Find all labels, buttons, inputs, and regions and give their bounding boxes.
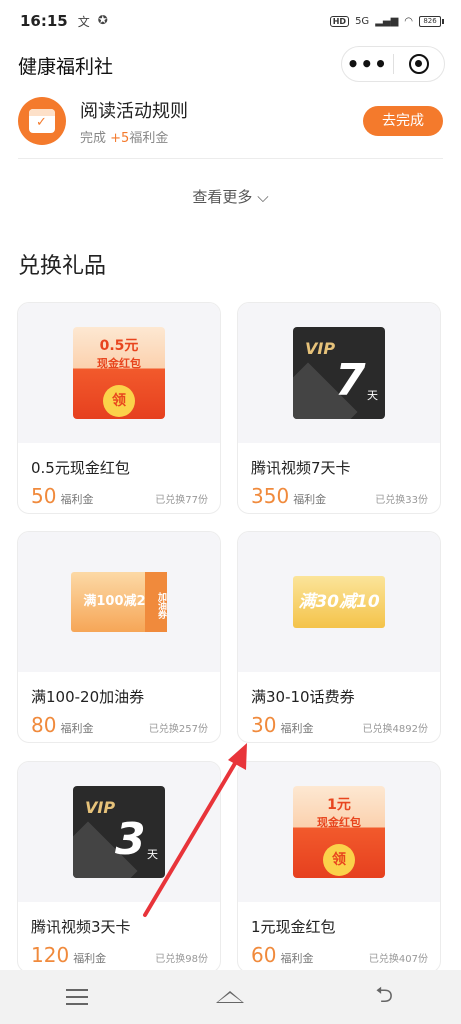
gift-unit: 福利金 xyxy=(60,493,94,506)
wifi-icon: ◠ xyxy=(404,15,413,27)
gift-meta: 80 福利金 已兑换257份 xyxy=(18,707,220,737)
gift-name: 腾讯视频3天卡 xyxy=(31,918,131,936)
red-packet-label: 现金红包 xyxy=(317,816,361,829)
vip-card-image: VIP 3 天 xyxy=(73,786,165,878)
coupon-text: 满100减20 xyxy=(83,594,155,609)
vip-days: 3 xyxy=(115,814,146,865)
red-packet-amount: 0.5元 xyxy=(99,338,139,354)
gift-card[interactable]: VIP 3 天 腾讯视频3天卡 120 福利金 已兑换98份 xyxy=(17,761,221,973)
battery-icon: 826 xyxy=(419,15,444,27)
fuel-coupon-image: 满100减20 加油券 xyxy=(71,572,167,632)
red-packet-coin: 领 xyxy=(323,844,355,876)
task-subtitle: 完成 +5福利金 xyxy=(80,127,188,146)
gift-redeemed-count: 已兑换77份 xyxy=(155,495,208,506)
vip-card-image: VIP 7 天 xyxy=(293,327,385,419)
notification-icons: 文 ✪ xyxy=(78,13,108,30)
calendar-check-icon xyxy=(29,109,55,133)
gift-thumb: VIP 7 天 xyxy=(238,303,440,443)
system-nav-bar: ⮌ xyxy=(0,970,461,1024)
gift-meta: 30 福利金 已兑换4892份 xyxy=(238,707,440,737)
task-sub-suffix: 福利金 xyxy=(129,130,169,146)
gift-meta: 60 福利金 已兑换407份 xyxy=(238,937,440,967)
task-sub-prefix: 完成 xyxy=(80,130,111,146)
gift-thumb: 0.5元 现金红包 领 xyxy=(18,303,220,443)
gift-name: 1元现金红包 xyxy=(251,918,336,936)
gift-unit: 福利金 xyxy=(73,952,107,965)
task-icon-circle xyxy=(18,97,66,145)
red-packet-coin: 领 xyxy=(103,385,135,417)
target-icon xyxy=(408,54,429,74)
home-icon xyxy=(216,991,245,1003)
gift-unit: 福利金 xyxy=(280,952,314,965)
red-packet-amount: 1元 xyxy=(327,797,351,813)
gift-price: 80 xyxy=(31,713,57,737)
divider-line xyxy=(18,158,443,159)
gift-card[interactable]: VIP 7 天 腾讯视频7天卡 350 福利金 已兑换33份 xyxy=(237,302,441,514)
task-row: 阅读活动规则 完成 +5福利金 去完成 xyxy=(18,90,443,152)
task-text: 阅读活动规则 完成 +5福利金 xyxy=(80,97,188,146)
gift-price: 30 xyxy=(251,713,277,737)
gift-card[interactable]: 1元 现金红包 领 1元现金红包 60 福利金 已兑换407份 xyxy=(237,761,441,973)
vip-day-unit: 天 xyxy=(147,848,158,861)
more-options-button[interactable]: ••• xyxy=(342,46,393,82)
gift-price: 120 xyxy=(31,943,70,967)
task-title: 阅读活动规则 xyxy=(80,100,188,122)
gift-unit: 福利金 xyxy=(293,493,327,506)
gift-unit: 福利金 xyxy=(60,722,94,735)
vip-label: VIP xyxy=(305,339,336,358)
gift-redeemed-count: 已兑换4892份 xyxy=(362,724,428,735)
page-title: 健康福利社 xyxy=(18,55,114,78)
gift-redeemed-count: 已兑换407份 xyxy=(368,954,428,965)
vip-day-unit: 天 xyxy=(367,389,378,402)
gift-card[interactable]: 满100减20 加油券 满100-20加油券 80 福利金 已兑换257份 xyxy=(17,531,221,743)
gift-unit: 福利金 xyxy=(280,722,314,735)
nav-home-button[interactable] xyxy=(200,977,260,1017)
gift-price: 50 xyxy=(31,484,57,508)
signal-icon: ▂▄▆ xyxy=(375,15,399,27)
status-time: 16:15 xyxy=(20,12,68,30)
red-packet-label: 现金红包 xyxy=(97,357,141,370)
status-bar: 16:15 文 ✪ HD 5G ▂▄▆ ◠ 826 xyxy=(0,0,461,42)
coupon-side-label: 加油券 xyxy=(145,572,167,632)
gift-meta: 350 福利金 已兑换33份 xyxy=(238,478,440,508)
close-miniapp-button[interactable] xyxy=(394,54,445,74)
gift-name: 腾讯视频7天卡 xyxy=(251,459,351,477)
gift-thumb: 满100减20 加油券 xyxy=(18,532,220,672)
see-more-link[interactable]: 查看更多 ⌵ xyxy=(0,186,461,207)
vip-days: 7 xyxy=(335,355,366,406)
gift-price: 60 xyxy=(251,943,277,967)
translate-icon: 文 xyxy=(77,14,90,29)
gift-price: 350 xyxy=(251,484,290,508)
gift-redeemed-count: 已兑换98份 xyxy=(155,954,208,965)
gift-name: 0.5元现金红包 xyxy=(31,459,130,477)
go-complete-button[interactable]: 去完成 xyxy=(363,106,443,136)
nav-menu-button[interactable] xyxy=(47,977,107,1017)
gift-name: 满30-10话费券 xyxy=(251,688,355,706)
gift-card[interactable]: 满30减10 满30-10话费券 30 福利金 已兑换4892份 xyxy=(237,531,441,743)
network-label: 5G xyxy=(355,15,370,27)
gift-thumb: 1元 现金红包 领 xyxy=(238,762,440,902)
section-title: 兑换礼品 xyxy=(18,254,107,279)
phone-coupon-image: 满30减10 xyxy=(293,576,385,628)
gift-name: 满100-20加油券 xyxy=(31,688,145,706)
status-right: HD 5G ▂▄▆ ◠ 826 xyxy=(329,15,444,27)
sync-icon: ✪ xyxy=(97,12,108,27)
gift-thumb: VIP 3 天 xyxy=(18,762,220,902)
red-packet-image: 1元 现金红包 领 xyxy=(293,786,385,878)
gift-card[interactable]: 0.5元 现金红包 领 0.5元现金红包 50 福利金 已兑换77份 xyxy=(17,302,221,514)
gift-redeemed-count: 已兑换33份 xyxy=(375,495,428,506)
hd-icon: HD xyxy=(329,15,350,27)
vip-label: VIP xyxy=(85,798,116,817)
gift-redeemed-count: 已兑换257份 xyxy=(148,724,208,735)
gift-meta: 50 福利金 已兑换77份 xyxy=(18,478,220,508)
menu-icon xyxy=(65,989,88,1005)
gift-meta: 120 福利金 已兑换98份 xyxy=(18,937,220,967)
miniapp-capsule: ••• xyxy=(341,46,445,82)
red-packet-image: 0.5元 现金红包 领 xyxy=(73,327,165,419)
back-icon: ⮌ xyxy=(375,983,393,1008)
gift-thumb: 满30减10 xyxy=(238,532,440,672)
nav-back-button[interactable]: ⮌ xyxy=(354,977,414,1017)
task-reward-amount: +5 xyxy=(110,130,130,146)
app-header: 健康福利社 ••• xyxy=(0,42,461,88)
